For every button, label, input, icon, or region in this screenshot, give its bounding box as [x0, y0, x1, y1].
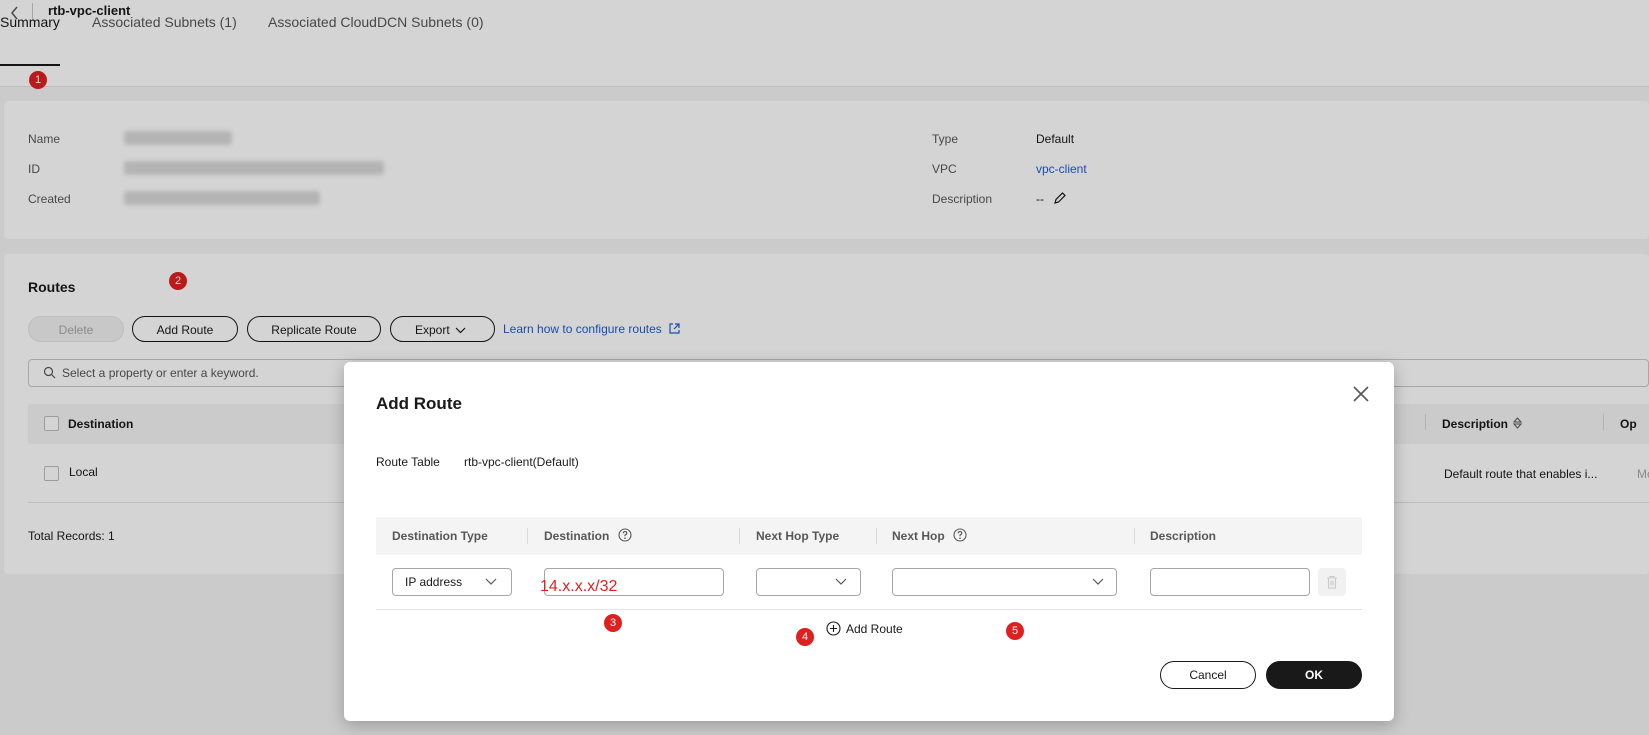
- delete-row-button[interactable]: [1318, 568, 1346, 596]
- cancel-button[interactable]: Cancel: [1160, 661, 1256, 689]
- chevron-down-icon: [835, 578, 847, 585]
- dialog-title: Add Route: [376, 394, 462, 413]
- col-description: Description: [1150, 529, 1217, 543]
- ok-button[interactable]: OK: [1266, 661, 1362, 689]
- grid-row-separator: [376, 609, 1362, 610]
- col-next-hop-type: Next Hop Type: [756, 529, 840, 543]
- step-marker-5: 5: [1006, 622, 1024, 640]
- chevron-down-icon: [1092, 578, 1104, 585]
- help-icon[interactable]: [953, 528, 967, 542]
- step-marker-4: 4: [796, 628, 814, 646]
- col-divider: [739, 528, 740, 544]
- step-marker-3: 3: [604, 614, 622, 632]
- help-icon[interactable]: [618, 528, 632, 542]
- destination-type-select[interactable]: IP address: [392, 568, 512, 596]
- col-destination: Destination: [544, 529, 610, 543]
- plus-circle-icon: [826, 621, 841, 636]
- close-icon[interactable]: [1352, 385, 1370, 403]
- description-input[interactable]: [1150, 568, 1310, 596]
- trash-icon: [1327, 575, 1337, 589]
- destination-value: 14.x.x.x/32: [540, 578, 618, 595]
- col-divider: [527, 528, 528, 544]
- next-hop-type-select[interactable]: [756, 568, 861, 596]
- destination-type-value: IP address: [405, 575, 463, 589]
- route-table-value: rtb-vpc-client(Default): [464, 455, 579, 469]
- route-table-label: Route Table: [376, 455, 440, 469]
- next-hop-select[interactable]: [892, 568, 1117, 596]
- chevron-down-icon: [485, 578, 497, 585]
- col-next-hop: Next Hop: [892, 529, 945, 543]
- col-divider: [876, 528, 877, 544]
- add-route-row-label: Add Route: [846, 622, 903, 636]
- col-destination-type: Destination Type: [392, 529, 488, 543]
- col-divider: [1134, 528, 1135, 544]
